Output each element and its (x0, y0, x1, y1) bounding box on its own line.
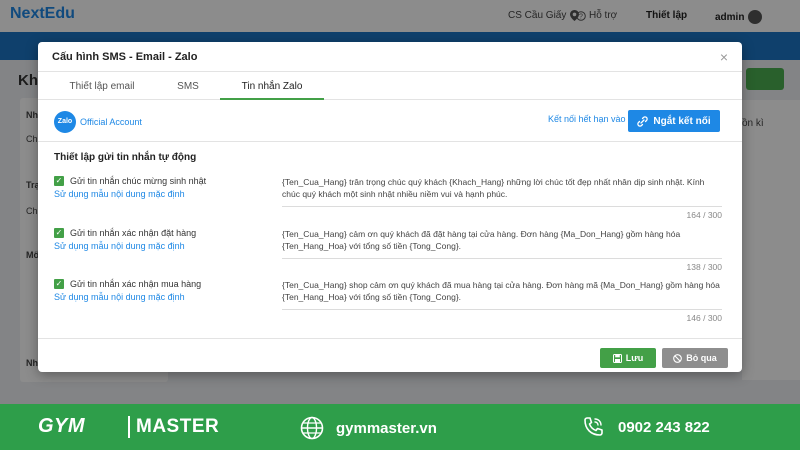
modal-title: Cấu hình SMS - Email - Zalo (52, 51, 198, 63)
website-text: gymmaster.vn (336, 419, 437, 437)
message-textarea[interactable]: {Ten_Cua_Hang} trân trọng chúc quý khách… (282, 176, 722, 200)
use-default-template-link[interactable]: Sử dụng mẫu nội dung mặc định (54, 189, 185, 199)
phone-info: 0902 243 822 (582, 416, 710, 438)
brand-logo-gym: GYM (38, 415, 86, 437)
floppy-disk-icon (612, 353, 622, 363)
order-confirm-message-setting: ✓ Gửi tin nhắn xác nhận đặt hàng Sử dụng… (54, 228, 726, 278)
unlink-icon (637, 115, 649, 127)
disconnect-button[interactable]: Ngắt kết nối (628, 110, 720, 132)
disconnect-label: Ngắt kết nối (653, 115, 711, 127)
connection-expiry-link[interactable]: Kết nối hết hạn vào (548, 114, 626, 124)
zalo-logo: Zalo (54, 111, 76, 133)
tab-bar: Thiết lập email SMS Tin nhắn Zalo (38, 74, 742, 100)
message-textarea[interactable]: {Ten_Cua_Hang} cảm ơn quý khách đã đặt h… (282, 228, 722, 252)
website-info: gymmaster.vn (300, 416, 437, 440)
textarea-underline (282, 258, 722, 259)
message-textarea[interactable]: {Ten_Cua_Hang} shop cảm ơn quý khách đã … (282, 279, 722, 303)
order-confirm-checkbox[interactable]: ✓ (54, 228, 64, 238)
config-modal: Cấu hình SMS - Email - Zalo × Thiết lập … (38, 42, 742, 372)
save-label: Lưu (625, 353, 644, 363)
tab-zalo[interactable]: Tin nhắn Zalo (220, 74, 324, 100)
ban-icon (673, 353, 683, 363)
textarea-underline (282, 206, 722, 207)
message-label: Gửi tin nhắn xác nhận mua hàng (70, 279, 202, 289)
char-count: 146 / 300 (686, 313, 722, 323)
section-title: Thiết lập gửi tin nhắn tự động (54, 152, 197, 163)
tab-sms[interactable]: SMS (156, 74, 220, 100)
modal-header: Cấu hình SMS - Email - Zalo × (38, 42, 742, 72)
skip-button[interactable]: Bỏ qua (662, 348, 728, 368)
message-label: Gửi tin nhắn xác nhận đặt hàng (70, 228, 197, 238)
textarea-underline (282, 309, 722, 310)
purchase-confirm-checkbox[interactable]: ✓ (54, 279, 64, 289)
use-default-template-link[interactable]: Sử dụng mẫu nội dung mặc định (54, 292, 185, 302)
official-account-label: Official Account (80, 117, 142, 127)
use-default-template-link[interactable]: Sử dụng mẫu nội dung mặc định (54, 241, 185, 251)
purchase-confirm-message-setting: ✓ Gửi tin nhắn xác nhận mua hàng Sử dụng… (54, 279, 726, 329)
save-button[interactable]: Lưu (600, 348, 656, 368)
char-count: 138 / 300 (686, 262, 722, 272)
birthday-message-setting: ✓ Gửi tin nhắn chúc mừng sinh nhật Sử dụ… (54, 176, 726, 226)
brand-divider (128, 416, 130, 438)
tab-email-settings[interactable]: Thiết lập email (48, 74, 156, 100)
skip-label: Bỏ qua (686, 353, 717, 363)
promo-banner: GYM MASTER gymmaster.vn 0902 243 822 (0, 404, 800, 450)
zalo-account-row: Zalo Official Account Kết nối hết hạn và… (38, 102, 742, 142)
phone-number: 0902 243 822 (618, 418, 710, 436)
brand-logo-master: MASTER (136, 416, 220, 437)
modal-footer: Lưu Bỏ qua (38, 338, 742, 372)
char-count: 164 / 300 (686, 210, 722, 220)
phone-icon (584, 417, 603, 436)
birthday-checkbox[interactable]: ✓ (54, 176, 64, 186)
globe-icon (300, 416, 324, 440)
message-label: Gửi tin nhắn chúc mừng sinh nhật (70, 176, 207, 186)
close-icon[interactable]: × (720, 49, 728, 65)
